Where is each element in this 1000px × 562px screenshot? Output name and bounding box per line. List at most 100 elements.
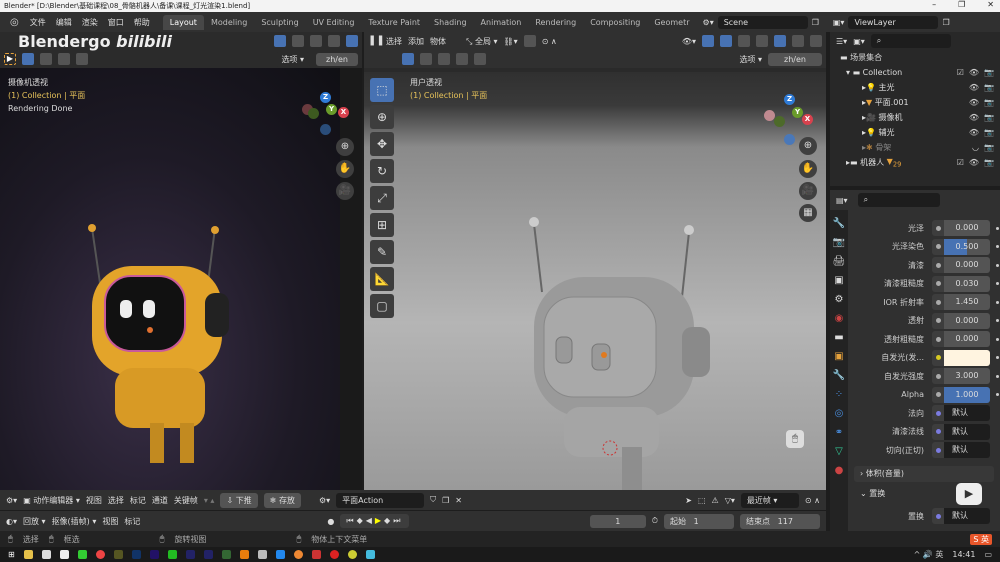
axis-x[interactable]: X: [802, 114, 813, 125]
move-tool[interactable]: ✥: [370, 132, 394, 156]
keyframe-dot-icon[interactable]: [996, 245, 999, 248]
warning-icon[interactable]: ⚠: [712, 496, 719, 505]
wechat-icon[interactable]: [167, 550, 177, 559]
start-frame-field[interactable]: 起始 1: [664, 513, 734, 529]
blender-icon[interactable]: [239, 550, 249, 559]
tab-rendering[interactable]: Rendering: [528, 15, 583, 30]
app-icon[interactable]: [275, 550, 285, 559]
render-shading-icon[interactable]: [810, 35, 822, 47]
expand-icon[interactable]: ▾: [846, 68, 850, 77]
scene-field[interactable]: Scene: [717, 15, 808, 29]
outliner-item-scene-collection[interactable]: ▬ 场景集合: [830, 50, 1000, 65]
menu-key[interactable]: 关键帧: [174, 495, 198, 506]
collection-tab-icon[interactable]: ▬: [834, 332, 843, 343]
view-layer-tab-icon[interactable]: ▣: [834, 275, 843, 286]
select-box-tool[interactable]: ⬚: [370, 78, 394, 102]
annotate-tool[interactable]: ✎: [370, 240, 394, 264]
socket-icon[interactable]: [932, 294, 944, 310]
checkbox-icon[interactable]: ☑: [957, 68, 964, 77]
socket-icon[interactable]: [932, 386, 944, 403]
play-icon[interactable]: ▶: [375, 516, 384, 525]
menu-add[interactable]: 添加: [408, 36, 424, 47]
app-icon[interactable]: [23, 550, 33, 559]
socket-icon[interactable]: [932, 220, 944, 236]
eye-icon[interactable]: 👁: [969, 98, 979, 107]
current-frame-field[interactable]: 1: [589, 514, 646, 528]
outliner-item-armature[interactable]: ▸ ✱ 骨架 ◡ 📷: [830, 140, 1000, 155]
visibility-icon[interactable]: 👁▾: [682, 37, 696, 46]
unlink-icon[interactable]: ✕: [455, 496, 462, 505]
viewlayer-field[interactable]: ViewLayer: [848, 15, 939, 29]
checkbox-icon[interactable]: ☑: [957, 158, 964, 167]
axis-x[interactable]: X: [338, 107, 349, 118]
duplicate-icon[interactable]: ❐: [442, 496, 449, 505]
render-icon[interactable]: 📷: [984, 98, 994, 107]
stopwatch-icon[interactable]: ⏱: [652, 516, 658, 526]
socket-icon[interactable]: [932, 368, 944, 384]
tool-tab-icon[interactable]: 🔧: [833, 218, 845, 229]
axis-neg-z[interactable]: [784, 134, 795, 145]
menu-file[interactable]: 文件: [25, 17, 51, 28]
snap-icon[interactable]: [523, 35, 536, 47]
overlay-icon[interactable]: [720, 35, 732, 47]
prop-value[interactable]: 默认: [944, 508, 990, 524]
socket-icon[interactable]: [932, 257, 944, 273]
xray-icon[interactable]: [738, 35, 750, 47]
solid-shading-icon[interactable]: [310, 35, 322, 47]
eye-icon[interactable]: 👁: [969, 113, 979, 122]
prop-value[interactable]: [944, 349, 990, 366]
menu-window[interactable]: 窗口: [103, 17, 129, 28]
select-mode-subtract-icon[interactable]: [58, 53, 70, 65]
display-mode-icon[interactable]: ☰▾: [836, 37, 847, 46]
prop-value[interactable]: 1.000: [944, 386, 990, 403]
keyframe-dot-icon[interactable]: [996, 226, 999, 230]
prop-value[interactable]: 0.000: [944, 257, 990, 273]
action-field[interactable]: 平面Action: [336, 492, 425, 508]
fake-user-icon[interactable]: ⛉: [430, 495, 436, 505]
app-icon[interactable]: [365, 550, 375, 559]
keyframe-dot-icon[interactable]: [996, 319, 999, 322]
render-tab-icon[interactable]: 📷: [833, 237, 845, 248]
prop-value[interactable]: 3.000: [944, 368, 990, 384]
render-icon[interactable]: 📷: [984, 143, 994, 152]
viewlayer-icon[interactable]: ▣▾: [833, 18, 845, 27]
tab-uv-editing[interactable]: UV Editing: [306, 15, 362, 30]
socket-icon[interactable]: [932, 442, 944, 458]
jump-start-icon[interactable]: ⏮: [346, 516, 356, 525]
prop-value[interactable]: 默认: [944, 423, 990, 440]
blender-logo-icon[interactable]: ◎: [4, 17, 25, 28]
axis-z[interactable]: Z: [320, 92, 331, 103]
action-icon[interactable]: ⚙▾: [319, 496, 330, 505]
wireframe-shading-icon[interactable]: [292, 35, 304, 47]
tab-shading[interactable]: Shading: [427, 15, 474, 30]
axis-neg-y[interactable]: [774, 116, 785, 127]
3d-viewport[interactable]: ❚❚ 选择 添加 物体 ⤡ 全局 ▾ ⛓▾ ⊙ ∧ 👁▾ 选项 ▾ zh/en …: [364, 32, 826, 490]
socket-icon[interactable]: [932, 275, 944, 292]
next-key-icon[interactable]: ◆: [384, 516, 393, 525]
material-shading-icon[interactable]: [328, 35, 340, 47]
socket-icon[interactable]: [932, 331, 944, 347]
menu-select[interactable]: 选择: [108, 495, 124, 506]
gizmo-icon[interactable]: [702, 35, 714, 47]
outliner-item-fill-light[interactable]: ▸ 💡 辅光 👁 📷: [830, 125, 1000, 140]
zoom-icon[interactable]: ⊕: [799, 137, 817, 155]
prop-value[interactable]: 默认: [944, 405, 990, 421]
box-select-icon[interactable]: ⬚: [698, 496, 706, 505]
scale-tool[interactable]: ⤢: [370, 186, 394, 210]
menu-marker[interactable]: 标记: [130, 495, 146, 506]
cursor-tool[interactable]: ⊕: [370, 105, 394, 129]
outliner-item-robot[interactable]: ▸ ▬ 机器人 ▼29 ☑ 👁 📷: [830, 155, 1000, 170]
app-icon[interactable]: [59, 550, 69, 559]
proportional-icon[interactable]: ⊙ ∧: [805, 496, 820, 505]
prop-value[interactable]: 0.030: [944, 275, 990, 292]
editor-type-icon[interactable]: ▤▾: [836, 196, 848, 205]
app-icon[interactable]: [221, 550, 231, 559]
keying-dropdown[interactable]: 抠像(插帧) ▾: [52, 516, 97, 527]
object-tab-icon[interactable]: ▣: [834, 351, 843, 362]
premiere-icon[interactable]: [149, 550, 159, 559]
socket-icon[interactable]: [932, 405, 944, 421]
wireframe-shading-icon[interactable]: [756, 35, 768, 47]
socket-icon[interactable]: [932, 508, 944, 524]
app-icon[interactable]: [41, 550, 51, 559]
keyframe-dot-icon[interactable]: [996, 374, 999, 378]
